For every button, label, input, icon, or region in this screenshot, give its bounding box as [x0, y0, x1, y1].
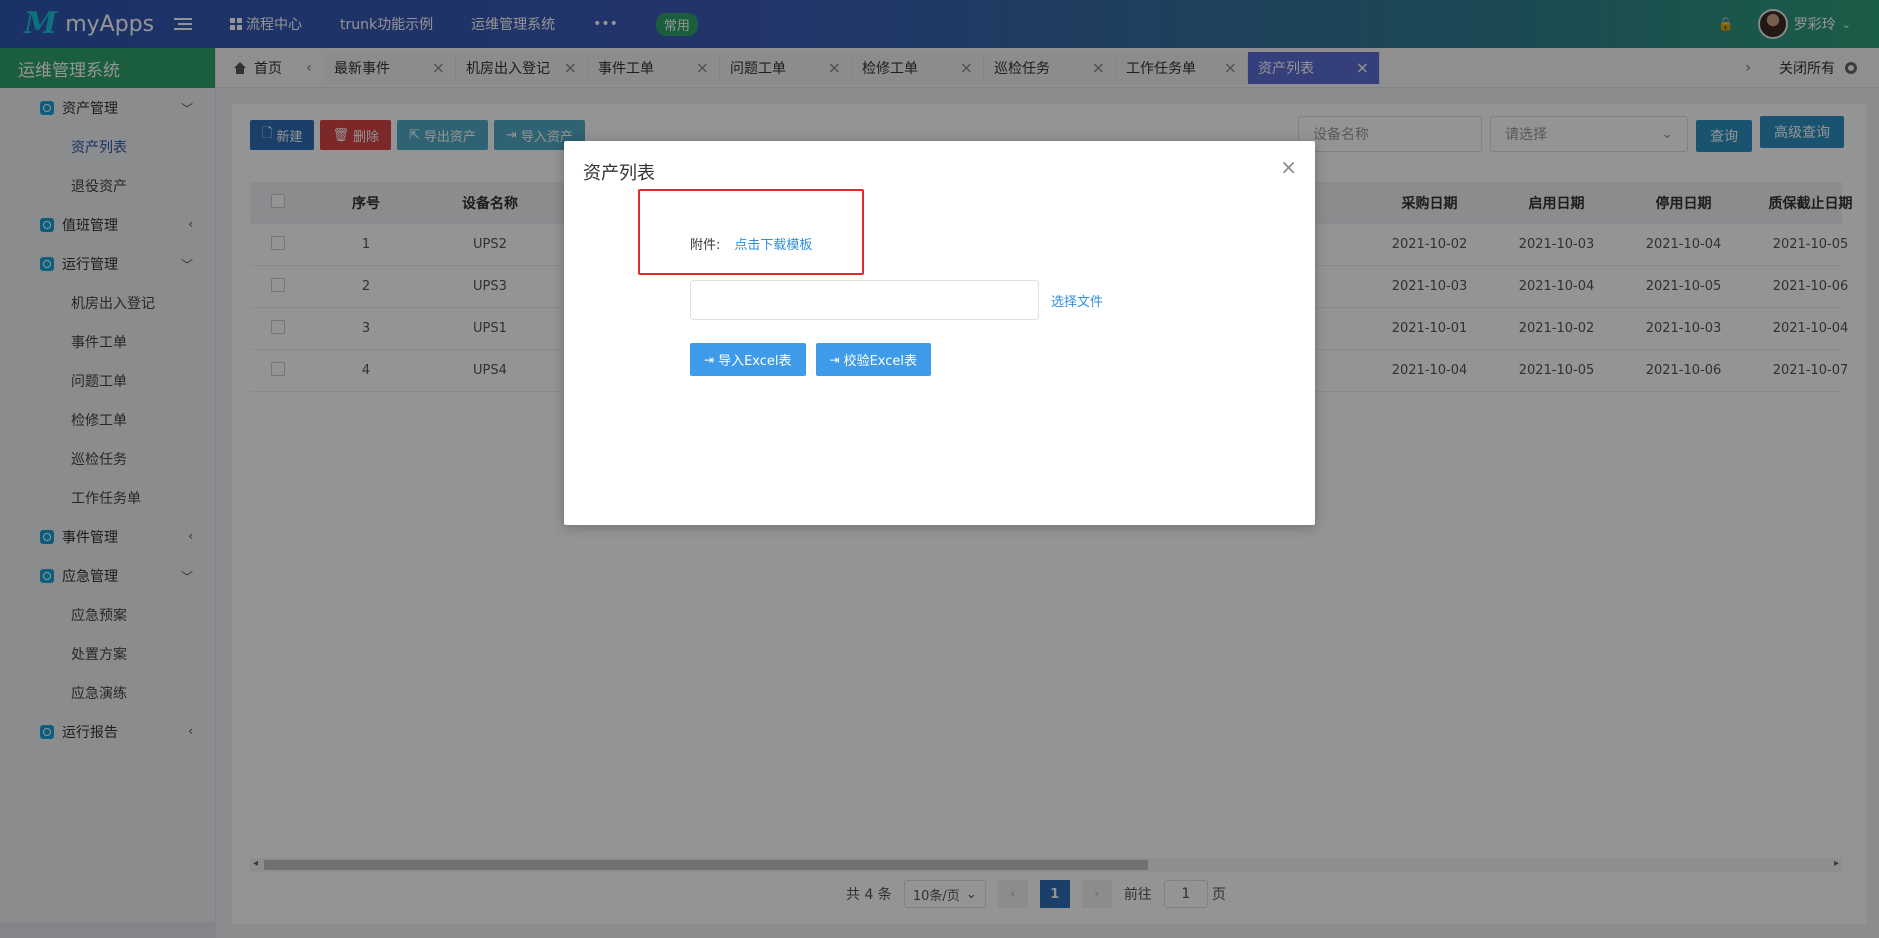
choose-file-link[interactable]: 选择文件 — [1051, 291, 1103, 310]
attachment-label: 附件: — [690, 238, 721, 253]
attachment-row: 附件: 点击下载模板 — [690, 234, 812, 253]
button-label: 校验Excel表 — [843, 354, 917, 369]
close-icon[interactable]: × — [1280, 155, 1297, 179]
import-excel-button[interactable]: ⇥ 导入Excel表 — [690, 343, 806, 376]
download-template-link[interactable]: 点击下载模板 — [734, 234, 812, 253]
import-asset-dialog: 资产列表 × 附件: 点击下载模板 选择文件 ⇥ 导入Excel表 ⇥ 校验Ex… — [564, 141, 1315, 525]
dialog-actions: ⇥ 导入Excel表 ⇥ 校验Excel表 — [690, 343, 931, 376]
highlight-box — [638, 189, 864, 275]
button-label: 导入Excel表 — [718, 354, 792, 369]
verify-excel-button[interactable]: ⇥ 校验Excel表 — [815, 343, 931, 376]
file-row: 选择文件 — [690, 280, 1103, 320]
sign-in-icon: ⇥ — [829, 352, 840, 367]
sign-in-icon: ⇥ — [704, 352, 715, 367]
file-path-input[interactable] — [690, 280, 1039, 320]
dialog-title: 资产列表 — [583, 163, 655, 184]
